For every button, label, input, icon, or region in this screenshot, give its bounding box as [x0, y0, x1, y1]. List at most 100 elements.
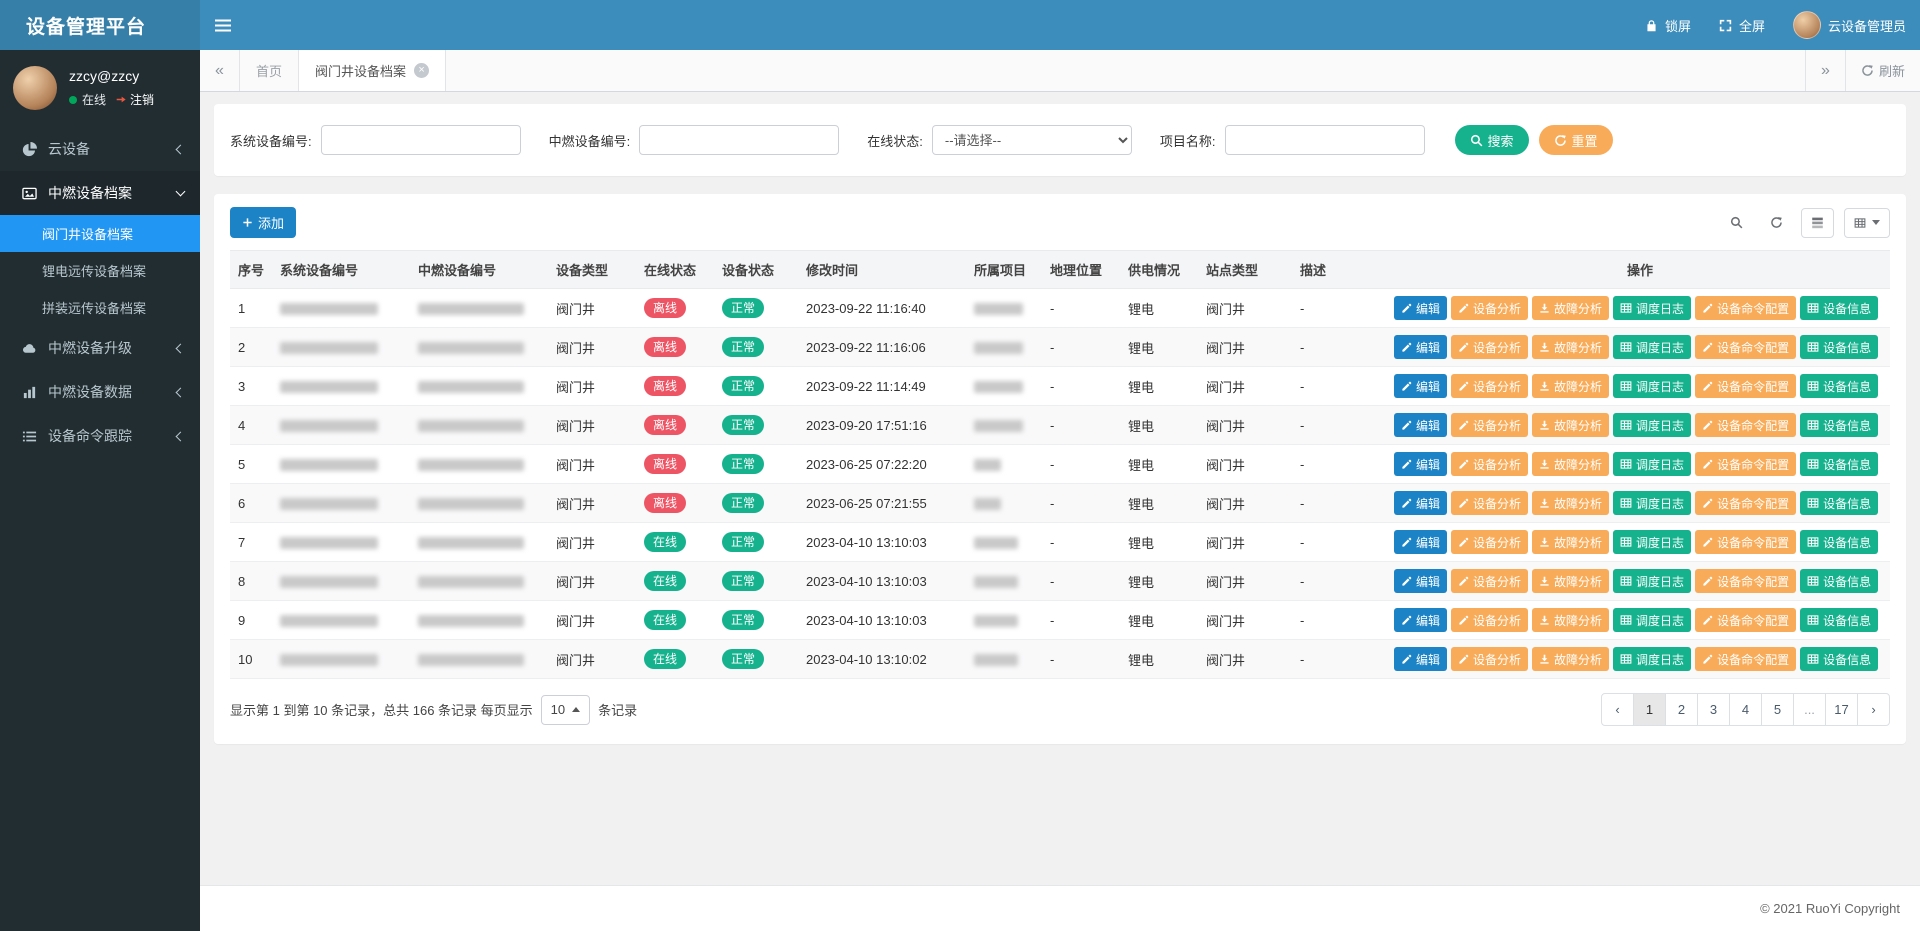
- tab-1[interactable]: 阀门井设备档案×: [299, 50, 446, 91]
- action-device-info-button[interactable]: 设备信息: [1800, 374, 1878, 398]
- action-device-analysis-button[interactable]: 设备分析: [1451, 296, 1528, 320]
- action-edit-button[interactable]: 编辑: [1394, 608, 1447, 632]
- action-dispatch-log-button[interactable]: 调度日志: [1613, 452, 1691, 476]
- action-device-info-button[interactable]: 设备信息: [1800, 296, 1878, 320]
- sidebar-subitem-1-0[interactable]: 阀门井设备档案: [0, 215, 200, 252]
- gas-device-no-input[interactable]: [639, 125, 839, 155]
- page-size-select[interactable]: 10: [541, 695, 590, 725]
- action-dispatch-log-button[interactable]: 调度日志: [1613, 530, 1691, 554]
- action-device-analysis-button[interactable]: 设备分析: [1451, 647, 1528, 671]
- action-device-analysis-button[interactable]: 设备分析: [1451, 608, 1528, 632]
- action-device-analysis-button[interactable]: 设备分析: [1451, 413, 1528, 437]
- action-device-command-config-button[interactable]: 设备命令配置: [1695, 374, 1796, 398]
- action-device-info-button[interactable]: 设备信息: [1800, 335, 1878, 359]
- fullscreen-button[interactable]: 全屏: [1705, 0, 1779, 50]
- action-edit-button[interactable]: 编辑: [1394, 452, 1447, 476]
- action-edit-button[interactable]: 编辑: [1394, 647, 1447, 671]
- sidebar-subitem-1-2[interactable]: 拼装远传设备档案: [0, 289, 200, 326]
- page-3-button[interactable]: 3: [1697, 693, 1730, 726]
- action-device-analysis-button[interactable]: 设备分析: [1451, 530, 1528, 554]
- action-device-info-button[interactable]: 设备信息: [1800, 530, 1878, 554]
- page-4-button[interactable]: 4: [1729, 693, 1762, 726]
- tabs-scroll-right-button[interactable]: »: [1805, 50, 1845, 91]
- action-device-command-config-button[interactable]: 设备命令配置: [1695, 452, 1796, 476]
- sidebar-item-3[interactable]: 中燃设备数据: [0, 370, 200, 414]
- action-device-analysis-button[interactable]: 设备分析: [1451, 491, 1528, 515]
- action-dispatch-log-button[interactable]: 调度日志: [1613, 608, 1691, 632]
- action-edit-button[interactable]: 编辑: [1394, 374, 1447, 398]
- system-device-no-input[interactable]: [321, 125, 521, 155]
- add-button[interactable]: 添加: [230, 207, 296, 238]
- action-dispatch-log-button[interactable]: 调度日志: [1613, 413, 1691, 437]
- action-fault-analysis-button[interactable]: 故障分析: [1532, 452, 1609, 476]
- action-device-info-button[interactable]: 设备信息: [1800, 413, 1878, 437]
- tab-0[interactable]: 首页: [240, 50, 299, 91]
- action-device-info-button[interactable]: 设备信息: [1800, 608, 1878, 632]
- action-device-analysis-button[interactable]: 设备分析: [1451, 374, 1528, 398]
- page-next-button[interactable]: ›: [1857, 693, 1890, 726]
- sidebar-item-1[interactable]: 中燃设备档案: [0, 171, 200, 215]
- logout-link[interactable]: 注销: [116, 91, 154, 108]
- user-menu[interactable]: 云设备管理员: [1779, 0, 1920, 50]
- sidebar-item-4[interactable]: 设备命令跟踪: [0, 414, 200, 458]
- toolbar-card-view-button[interactable]: [1801, 208, 1834, 238]
- action-fault-analysis-button[interactable]: 故障分析: [1532, 647, 1609, 671]
- action-device-command-config-button[interactable]: 设备命令配置: [1695, 647, 1796, 671]
- sidebar-toggle-button[interactable]: [200, 0, 246, 50]
- tab-close-icon[interactable]: ×: [414, 63, 429, 78]
- action-device-command-config-button[interactable]: 设备命令配置: [1695, 335, 1796, 359]
- page-5-button[interactable]: 5: [1761, 693, 1794, 726]
- action-device-command-config-button[interactable]: 设备命令配置: [1695, 530, 1796, 554]
- online-status-select[interactable]: --请选择--: [932, 125, 1132, 155]
- action-dispatch-log-button[interactable]: 调度日志: [1613, 647, 1691, 671]
- action-fault-analysis-button[interactable]: 故障分析: [1532, 569, 1609, 593]
- tab-refresh-button[interactable]: 刷新: [1845, 50, 1920, 91]
- action-device-command-config-button[interactable]: 设备命令配置: [1695, 413, 1796, 437]
- action-device-analysis-button[interactable]: 设备分析: [1451, 452, 1528, 476]
- action-device-info-button[interactable]: 设备信息: [1800, 452, 1878, 476]
- action-dispatch-log-button[interactable]: 调度日志: [1613, 491, 1691, 515]
- action-dispatch-log-button[interactable]: 调度日志: [1613, 296, 1691, 320]
- action-fault-analysis-button[interactable]: 故障分析: [1532, 374, 1609, 398]
- action-fault-analysis-button[interactable]: 故障分析: [1532, 530, 1609, 554]
- page-1-button[interactable]: 1: [1633, 693, 1666, 726]
- action-dispatch-log-button[interactable]: 调度日志: [1613, 335, 1691, 359]
- page-prev-button[interactable]: ‹: [1601, 693, 1634, 726]
- action-device-analysis-button[interactable]: 设备分析: [1451, 569, 1528, 593]
- action-fault-analysis-button[interactable]: 故障分析: [1532, 296, 1609, 320]
- search-button[interactable]: 搜索: [1455, 125, 1529, 155]
- action-device-info-button[interactable]: 设备信息: [1800, 647, 1878, 671]
- action-device-analysis-button[interactable]: 设备分析: [1451, 335, 1528, 359]
- toolbar-refresh-button[interactable]: [1761, 208, 1791, 238]
- action-device-info-button[interactable]: 设备信息: [1800, 491, 1878, 515]
- lock-screen-button[interactable]: 锁屏: [1631, 0, 1705, 50]
- sidebar-avatar[interactable]: [13, 66, 57, 110]
- sidebar-item-0[interactable]: 云设备: [0, 127, 200, 171]
- action-edit-button[interactable]: 编辑: [1394, 491, 1447, 515]
- sidebar-subitem-1-1[interactable]: 锂电远传设备档案: [0, 252, 200, 289]
- action-dispatch-log-button[interactable]: 调度日志: [1613, 569, 1691, 593]
- action-dispatch-log-button[interactable]: 调度日志: [1613, 374, 1691, 398]
- action-fault-analysis-button[interactable]: 故障分析: [1532, 608, 1609, 632]
- action-edit-button[interactable]: 编辑: [1394, 335, 1447, 359]
- page-17-button[interactable]: 17: [1825, 693, 1858, 726]
- toolbar-search-button[interactable]: [1721, 208, 1751, 238]
- action-device-command-config-button[interactable]: 设备命令配置: [1695, 569, 1796, 593]
- project-name-input[interactable]: [1225, 125, 1425, 155]
- action-edit-button[interactable]: 编辑: [1394, 296, 1447, 320]
- toolbar-columns-button[interactable]: [1844, 208, 1890, 238]
- action-fault-analysis-button[interactable]: 故障分析: [1532, 413, 1609, 437]
- action-fault-analysis-button[interactable]: 故障分析: [1532, 335, 1609, 359]
- page-2-button[interactable]: 2: [1665, 693, 1698, 726]
- sidebar-item-2[interactable]: 中燃设备升级: [0, 326, 200, 370]
- action-fault-analysis-button[interactable]: 故障分析: [1532, 491, 1609, 515]
- action-device-command-config-button[interactable]: 设备命令配置: [1695, 608, 1796, 632]
- action-edit-button[interactable]: 编辑: [1394, 569, 1447, 593]
- action-device-command-config-button[interactable]: 设备命令配置: [1695, 296, 1796, 320]
- action-device-command-config-button[interactable]: 设备命令配置: [1695, 491, 1796, 515]
- action-device-info-button[interactable]: 设备信息: [1800, 569, 1878, 593]
- tabs-scroll-left-button[interactable]: «: [200, 50, 240, 91]
- action-edit-button[interactable]: 编辑: [1394, 530, 1447, 554]
- action-edit-button[interactable]: 编辑: [1394, 413, 1447, 437]
- reset-button[interactable]: 重置: [1539, 125, 1613, 155]
